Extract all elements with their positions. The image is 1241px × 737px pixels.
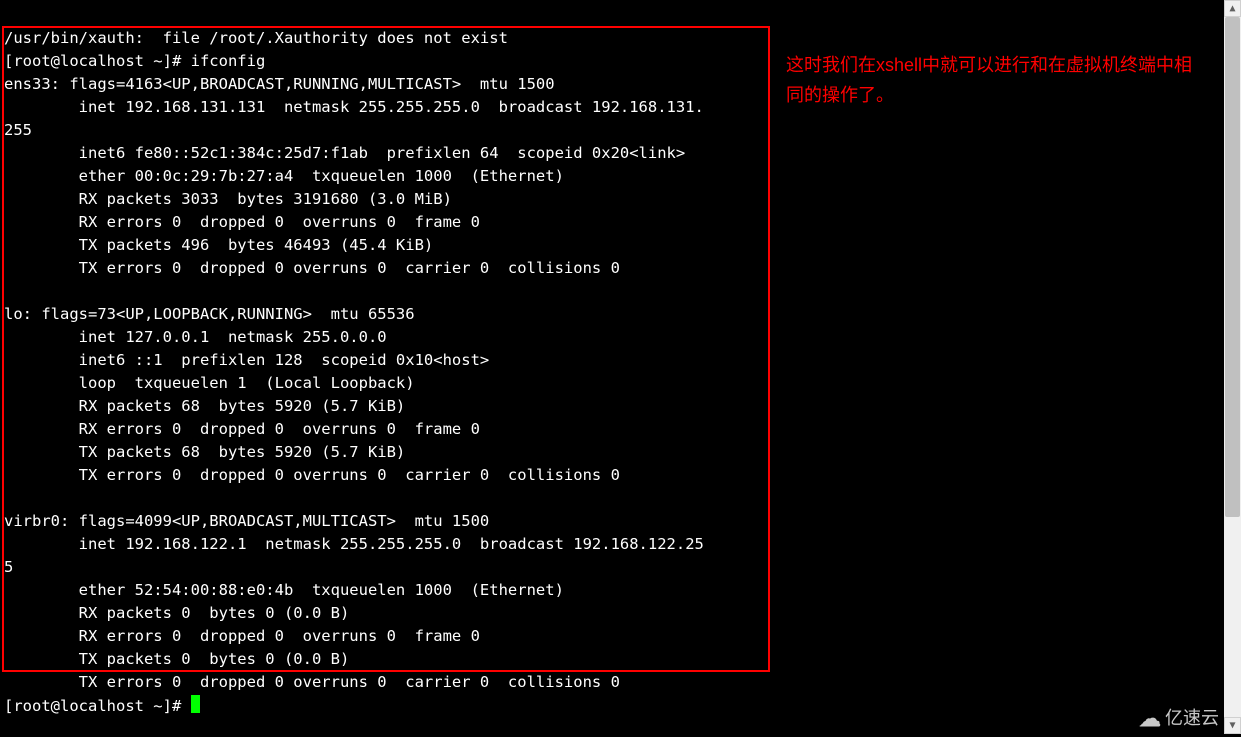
scroll-up-button[interactable]: ▲ [1224,0,1241,17]
lo-rx-packets: RX packets 68 bytes 5920 (5.7 KiB) [4,397,405,415]
lo-flags: lo: flags=73<UP,LOOPBACK,RUNNING> mtu 65… [4,305,415,323]
prompt-1: [root@localhost ~]# [4,52,191,70]
virbr0-tx-packets: TX packets 0 bytes 0 (0.0 B) [4,650,349,668]
virbr0-inet: inet 192.168.122.1 netmask 255.255.255.0… [4,535,704,553]
ens33-ether: ether 00:0c:29:7b:27:a4 txqueuelen 1000 … [4,167,564,185]
xauth-line: /usr/bin/xauth: file /root/.Xauthority d… [4,29,508,47]
scroll-down-button[interactable]: ▼ [1224,717,1241,734]
command: ifconfig [191,52,266,70]
virbr0-inet-wrap: 5 [4,558,13,576]
lo-tx-errors: TX errors 0 dropped 0 overruns 0 carrier… [4,466,620,484]
annotation-text: 这时我们在xshell中就可以进行和在虚拟机终端中相同的操作了。 [786,50,1196,110]
ens33-rx-packets: RX packets 3033 bytes 3191680 (3.0 MiB) [4,190,452,208]
lo-inet: inet 127.0.0.1 netmask 255.0.0.0 [4,328,387,346]
cursor [191,695,200,713]
ens33-inet: inet 192.168.131.131 netmask 255.255.255… [4,98,704,116]
virbr0-flags: virbr0: flags=4099<UP,BROADCAST,MULTICAS… [4,512,489,530]
lo-tx-packets: TX packets 68 bytes 5920 (5.7 KiB) [4,443,405,461]
prompt-2-text: [root@localhost ~]# [4,697,191,715]
ens33-flags: ens33: flags=4163<UP,BROADCAST,RUNNING,M… [4,75,555,93]
ens33-rx-errors: RX errors 0 dropped 0 overruns 0 frame 0 [4,213,480,231]
virbr0-rx-errors: RX errors 0 dropped 0 overruns 0 frame 0 [4,627,480,645]
virbr0-rx-packets: RX packets 0 bytes 0 (0.0 B) [4,604,349,622]
lo-rx-errors: RX errors 0 dropped 0 overruns 0 frame 0 [4,420,480,438]
prompt-2[interactable]: [root@localhost ~]# [4,695,200,718]
scroll-track[interactable] [1224,17,1241,717]
lo-inet6: inet6 ::1 prefixlen 128 scopeid 0x10<hos… [4,351,489,369]
watermark-logo: ☁ 亿速云 [1139,707,1219,730]
ens33-inet6: inet6 fe80::52c1:384c:25d7:f1ab prefixle… [4,144,685,162]
ens33-tx-errors: TX errors 0 dropped 0 overruns 0 carrier… [4,259,620,277]
virbr0-ether: ether 52:54:00:88:e0:4b txqueuelen 1000 … [4,581,564,599]
logo-text: 亿速云 [1165,707,1219,730]
ens33-inet-wrap: 255 [4,121,32,139]
virbr0-tx-errors: TX errors 0 dropped 0 overruns 0 carrier… [4,673,620,691]
scrollbar[interactable]: ▲ ▼ [1224,0,1241,734]
cloud-icon: ☁ [1139,707,1161,730]
lo-loop: loop txqueuelen 1 (Local Loopback) [4,374,415,392]
scroll-thumb[interactable] [1225,17,1240,517]
ens33-tx-packets: TX packets 496 bytes 46493 (45.4 KiB) [4,236,433,254]
